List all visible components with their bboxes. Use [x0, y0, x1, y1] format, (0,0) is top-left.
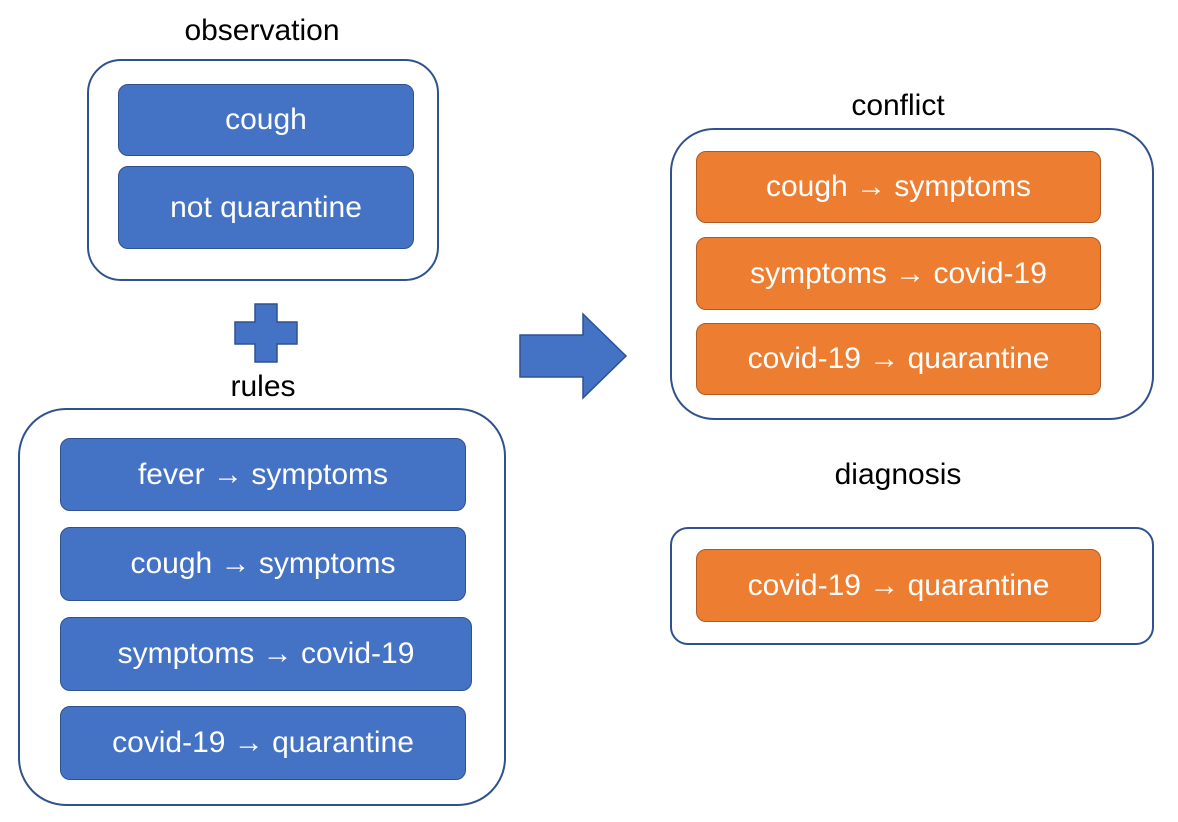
right-arrow-icon	[519, 312, 628, 400]
rule-item: covid-19 → quarantine	[60, 706, 466, 780]
rule-item: cough → symptoms	[60, 527, 466, 601]
observation-item: not quarantine	[118, 166, 414, 249]
rule-item: fever → symptoms	[60, 438, 466, 511]
conflict-item: cough → symptoms	[696, 151, 1101, 223]
rules-title: rules	[230, 370, 296, 403]
conflict-item: symptoms → covid-19	[696, 237, 1101, 310]
diagnosis-title: diagnosis	[834, 458, 962, 491]
observation-title: observation	[184, 14, 340, 47]
observation-item: cough	[118, 84, 414, 156]
diagnosis-item: covid-19 → quarantine	[696, 549, 1101, 622]
plus-icon	[234, 303, 298, 363]
conflict-item: covid-19 → quarantine	[696, 323, 1101, 395]
conflict-title: conflict	[851, 89, 945, 122]
rule-item: symptoms → covid-19	[60, 617, 472, 691]
